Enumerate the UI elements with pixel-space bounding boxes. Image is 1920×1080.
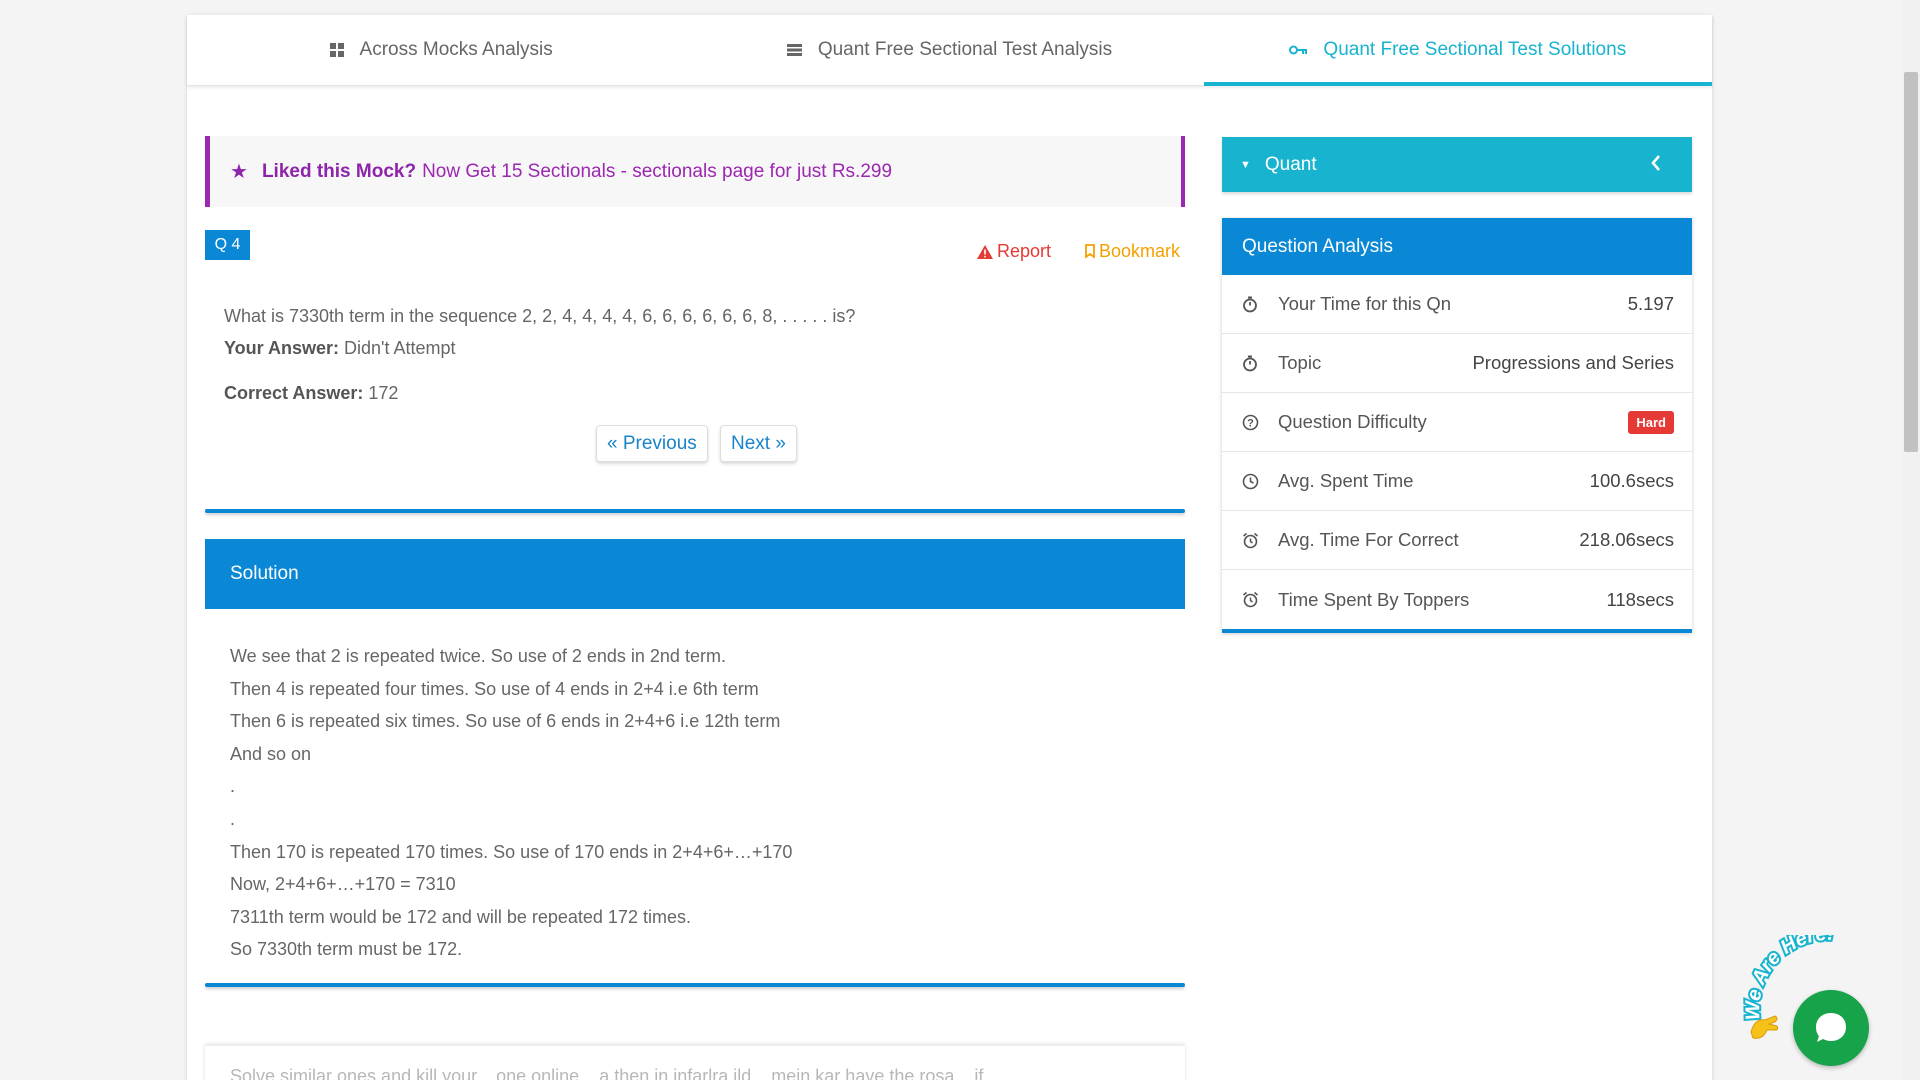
solution-line: Then 6 is repeated six times. So use of … <box>230 711 781 732</box>
page-container: Across Mocks Analysis Quant Free Section… <box>187 15 1713 1080</box>
solution-header: Solution <box>205 539 1185 609</box>
page-scrollbar-thumb[interactable] <box>1904 72 1918 452</box>
tab-bar: Across Mocks Analysis Quant Free Section… <box>187 15 1713 86</box>
analysis-label: Your Time for this Qn <box>1278 293 1452 314</box>
section-title: Quant <box>1264 153 1317 175</box>
solution-line: Then 170 is repeated 170 times. So use o… <box>230 841 793 862</box>
question-analysis-card: Question Analysis Your Time for this Qn … <box>1222 218 1692 633</box>
stopwatch-icon <box>1240 296 1260 313</box>
clock-icon <box>1240 473 1260 490</box>
tab-across-mocks-analysis[interactable]: Across Mocks Analysis <box>187 15 695 85</box>
solution-line: We see that 2 is repeated twice. So use … <box>230 646 726 666</box>
question-circle-icon: ? <box>1240 414 1260 431</box>
tab-label: Quant Free Sectional Test Analysis <box>817 39 1113 60</box>
analysis-row-topic: Topic Progressions and Series <box>1222 334 1692 393</box>
analysis-value: 218.06secs <box>1579 529 1674 550</box>
alarm-icon <box>1240 532 1260 549</box>
question-analysis-title: Question Analysis <box>1222 218 1692 275</box>
tab-label: Across Mocks Analysis <box>359 39 553 60</box>
report-button[interactable]: Report <box>977 241 1051 262</box>
analysis-value: 118secs <box>1606 588 1674 610</box>
analysis-label: Topic <box>1278 352 1322 373</box>
grid-icon <box>329 43 344 57</box>
analysis-label: Avg. Spent Time <box>1278 470 1414 491</box>
solution-line: Then 4 is repeated four times. So use of… <box>230 678 759 699</box>
your-answer-value: Didn't Attempt <box>344 338 456 358</box>
chevron-left-icon[interactable] <box>1650 154 1662 172</box>
difficulty-badge: Hard <box>1628 410 1674 434</box>
next-button[interactable]: Next » <box>720 425 797 462</box>
solution-line: And so on <box>230 743 312 764</box>
next-card-text: Solve similar ones and kill your... one … <box>230 1066 984 1080</box>
report-label: Report <box>997 241 1052 261</box>
star-icon: ★ <box>230 161 248 183</box>
bookmark-button[interactable]: Bookmark <box>1084 241 1180 262</box>
promo-link[interactable]: Now Get 15 Sectionals - sectionals page … <box>422 161 892 183</box>
analysis-row-difficulty: ? Question Difficulty Hard <box>1222 393 1692 452</box>
analysis-label: Avg. Time For Correct <box>1278 529 1459 550</box>
analysis-row-avg-correct: Avg. Time For Correct 218.06secs <box>1222 511 1692 570</box>
bookmark-label: Bookmark <box>1099 241 1181 261</box>
analysis-value: 5.197 <box>1627 293 1674 314</box>
previous-button[interactable]: « Previous <box>596 425 708 462</box>
correct-answer-label: Correct Answer: <box>224 383 364 403</box>
stopwatch-icon <box>1240 355 1260 372</box>
solution-line: 7311th term would be 172 and will be rep… <box>230 906 691 927</box>
analysis-row-your-time: Your Time for this Qn 5.197 <box>1222 275 1692 334</box>
section-accordion-header[interactable]: ▼ Quant <box>1222 137 1692 192</box>
question-number-badge: Q 4 <box>205 230 250 260</box>
solution-line: Now, 2+4+6+…+170 = 7310 <box>230 874 456 895</box>
caret-down-icon: ▼ <box>1240 158 1251 171</box>
svg-text:?: ? <box>1247 417 1254 429</box>
analysis-value: 100.6secs <box>1589 470 1674 491</box>
your-answer-label: Your Answer: <box>224 338 340 358</box>
bookmark-icon <box>1085 244 1095 259</box>
tab-quant-sectional-solutions[interactable]: Quant Free Sectional Test Solutions <box>1203 15 1713 86</box>
solution-line: . <box>230 776 236 797</box>
your-answer: Your Answer: Didn't Attempt <box>224 338 456 359</box>
question-text: What is 7330th term in the sequence 2, 2… <box>224 306 856 326</box>
tab-label: Quant Free Sectional Test Solutions <box>1323 39 1627 60</box>
waving-hand-icon <box>1750 1015 1779 1039</box>
analysis-label: Question Difficulty <box>1278 411 1427 432</box>
analysis-row-toppers: Time Spent By Toppers 118secs <box>1222 570 1692 629</box>
warning-icon <box>977 244 993 259</box>
analysis-row-avg-spent: Avg. Spent Time 100.6secs <box>1222 452 1692 511</box>
correct-answer: Correct Answer: 172 <box>224 383 398 404</box>
solution-line: So 7330th term must be 172. <box>230 939 463 960</box>
chat-open-button[interactable] <box>1793 990 1869 1066</box>
solution-line: . <box>230 808 236 829</box>
promo-banner[interactable]: ★ Liked this Mock? Now Get 15 Sectionals… <box>205 136 1185 207</box>
question-card-divider <box>205 509 1185 513</box>
tab-quant-sectional-analysis[interactable]: Quant Free Sectional Test Analysis <box>695 15 1203 85</box>
correct-answer-value: 172 <box>368 383 399 403</box>
alarm-icon <box>1240 591 1260 608</box>
analysis-label: Time Spent By Toppers <box>1278 588 1470 610</box>
solution-card-divider <box>205 983 1185 987</box>
list-icon <box>786 44 802 56</box>
next-card: Solve similar ones and kill your... one … <box>205 1045 1185 1080</box>
chat-bubble-icon <box>1816 1013 1846 1042</box>
key-icon <box>1289 44 1308 56</box>
chat-widget[interactable]: We Are Here! <box>1740 935 1900 1066</box>
promo-title: Liked this Mock? <box>261 160 417 182</box>
analysis-value: Progressions and Series <box>1472 352 1674 373</box>
solution-body: We see that 2 is repeated twice. So use … <box>230 640 1130 966</box>
